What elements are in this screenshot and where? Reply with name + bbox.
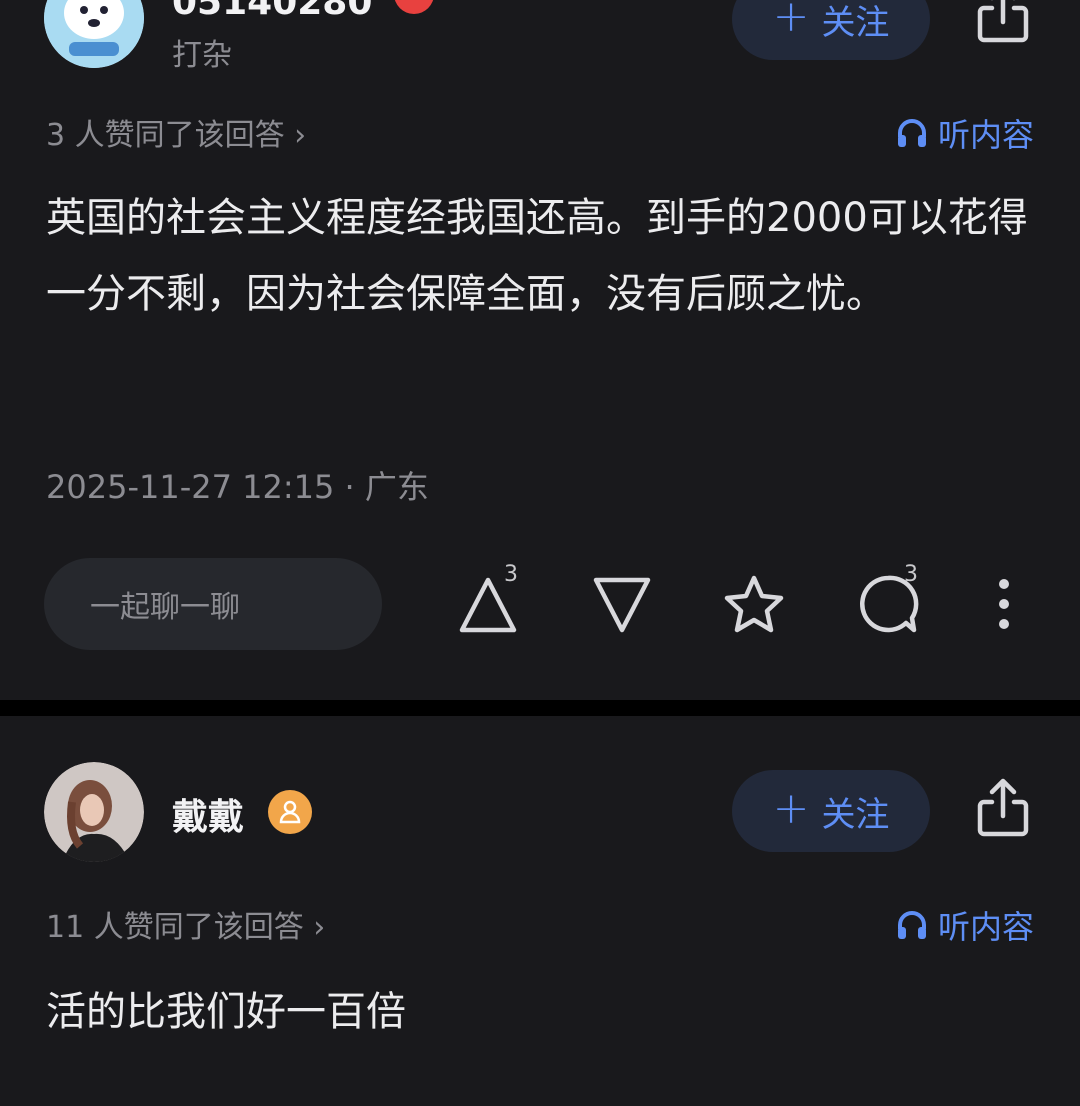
author-name[interactable]: 05140280 bbox=[172, 0, 372, 23]
author-name[interactable]: 戴戴 bbox=[172, 788, 244, 840]
more-icon bbox=[999, 579, 1009, 629]
user-badge-icon bbox=[268, 790, 312, 834]
comment-input[interactable]: 一起聊一聊 bbox=[44, 558, 382, 650]
favorite-button[interactable] bbox=[722, 572, 786, 636]
comment-button[interactable]: 3 bbox=[856, 562, 920, 636]
card-separator bbox=[0, 700, 1080, 716]
answer-content[interactable]: 英国的社会主义程度经我国还高。到手的2000可以花得一分不剩，因为社会保障全面，… bbox=[46, 180, 1036, 332]
answer-card-2: 戴戴 + 关注 11 人赞同了该回答 › 听内容 活的比我们好一百倍 bbox=[0, 716, 1080, 1106]
headphones-icon bbox=[897, 119, 926, 147]
share-icon[interactable] bbox=[974, 0, 1032, 44]
share-icon[interactable] bbox=[974, 778, 1032, 838]
listen-label: 听内容 bbox=[937, 908, 1034, 946]
upvote-button[interactable]: 3 bbox=[456, 562, 520, 636]
author-avatar[interactable] bbox=[44, 762, 144, 862]
follow-button[interactable]: + 关注 bbox=[732, 0, 930, 60]
author-avatar[interactable] bbox=[44, 0, 144, 68]
author-badge-icon bbox=[394, 0, 434, 14]
answer-content[interactable]: 活的比我们好一百倍 bbox=[46, 974, 1036, 1050]
listen-button[interactable]: 听内容 bbox=[896, 902, 1034, 948]
star-icon bbox=[724, 575, 784, 633]
answer-meta: 2025-11-27 12:15 · 广东 bbox=[46, 468, 429, 506]
downvote-button[interactable] bbox=[590, 572, 654, 636]
agree-count[interactable]: 3 人赞同了该回答 › bbox=[46, 110, 306, 154]
author-subtitle: 打杂 bbox=[172, 38, 232, 73]
upvote-count: 3 bbox=[504, 562, 518, 587]
answer-card-1: 05140280 打杂 + 关注 3 人赞同了该回答 › 听内容 英国的社会主义… bbox=[0, 0, 1080, 700]
headphones-icon bbox=[897, 911, 926, 939]
follow-label: 关注 bbox=[821, 794, 890, 835]
follow-label: 关注 bbox=[821, 2, 890, 43]
listen-button[interactable]: 听内容 bbox=[896, 110, 1034, 156]
agree-count[interactable]: 11 人赞同了该回答 › bbox=[46, 902, 325, 946]
follow-button[interactable]: + 关注 bbox=[732, 770, 930, 852]
comment-count: 3 bbox=[904, 562, 918, 587]
plus-icon: + bbox=[772, 0, 810, 42]
plus-icon: + bbox=[772, 783, 810, 834]
listen-label: 听内容 bbox=[937, 116, 1034, 154]
more-button[interactable] bbox=[972, 572, 1036, 636]
comment-placeholder: 一起聊一聊 bbox=[90, 590, 240, 625]
downvote-icon bbox=[593, 577, 651, 633]
